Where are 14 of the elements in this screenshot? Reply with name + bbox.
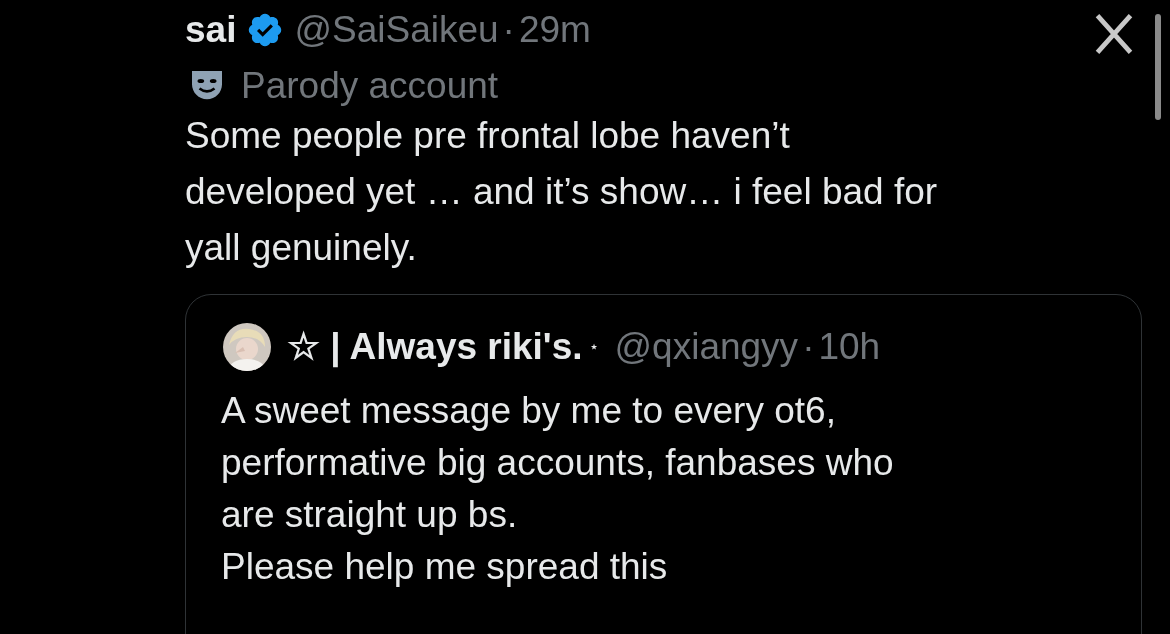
separator-dot: · [502,8,515,52]
quoted-user-handle[interactable]: @qxiangyy [614,325,799,369]
separator-dot: · [802,325,815,369]
quoted-display-name[interactable]: ☆ | Always riki's. [287,325,583,369]
user-handle[interactable]: @SaiSaikeu [294,8,499,52]
post-text: Some people pre frontal lobe haven’t developed yet … and it’s show… i feel bad for yall genuinely. [185,114,939,270]
quoted-post-time: 10h [818,325,881,369]
post-time: 29m [518,8,591,52]
display-name[interactable]: sai [185,8,237,52]
quoted-post-card[interactable]: ☆ | Always riki's. ⋆ @qxiangyy·10h A sweet message by me to every ot6, performative big accounts, fanbases who are straight up bs. Please help me spread this [185,294,1142,634]
scrollbar-thumb[interactable] [1155,14,1161,120]
star-mark: ⋆ [588,337,599,357]
parody-label: Parody account [241,64,499,108]
quoted-post-text: A sweet message by me to every ot6, performative big accounts, fanbases who are straight up bs. Please help me spread this [221,389,895,589]
